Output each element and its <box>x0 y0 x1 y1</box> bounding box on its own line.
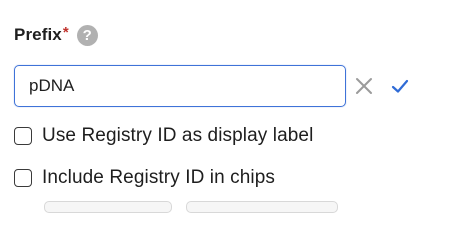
use-registry-id-label: Use Registry ID as display label <box>42 125 314 146</box>
help-icon[interactable]: ? <box>76 24 98 46</box>
check-icon[interactable] <box>389 75 411 97</box>
prefix-input-value: pDNA <box>29 76 75 95</box>
prefix-field-label-row: Prefix * ? <box>14 22 98 48</box>
prefix-input[interactable]: pDNA <box>14 65 346 107</box>
use-registry-id-option[interactable]: Use Registry ID as display label <box>14 125 313 147</box>
include-registry-id-checkbox[interactable] <box>14 169 32 187</box>
prefix-label: Prefix <box>14 25 62 44</box>
use-registry-id-checkbox[interactable] <box>14 127 32 145</box>
partial-button-left[interactable] <box>44 201 172 213</box>
required-indicator: * <box>62 23 69 41</box>
include-registry-id-label: Include Registry ID in chips <box>42 167 276 188</box>
close-icon[interactable] <box>353 75 375 97</box>
partial-button-right[interactable] <box>186 201 338 213</box>
include-registry-id-option[interactable]: Include Registry ID in chips <box>14 167 275 189</box>
